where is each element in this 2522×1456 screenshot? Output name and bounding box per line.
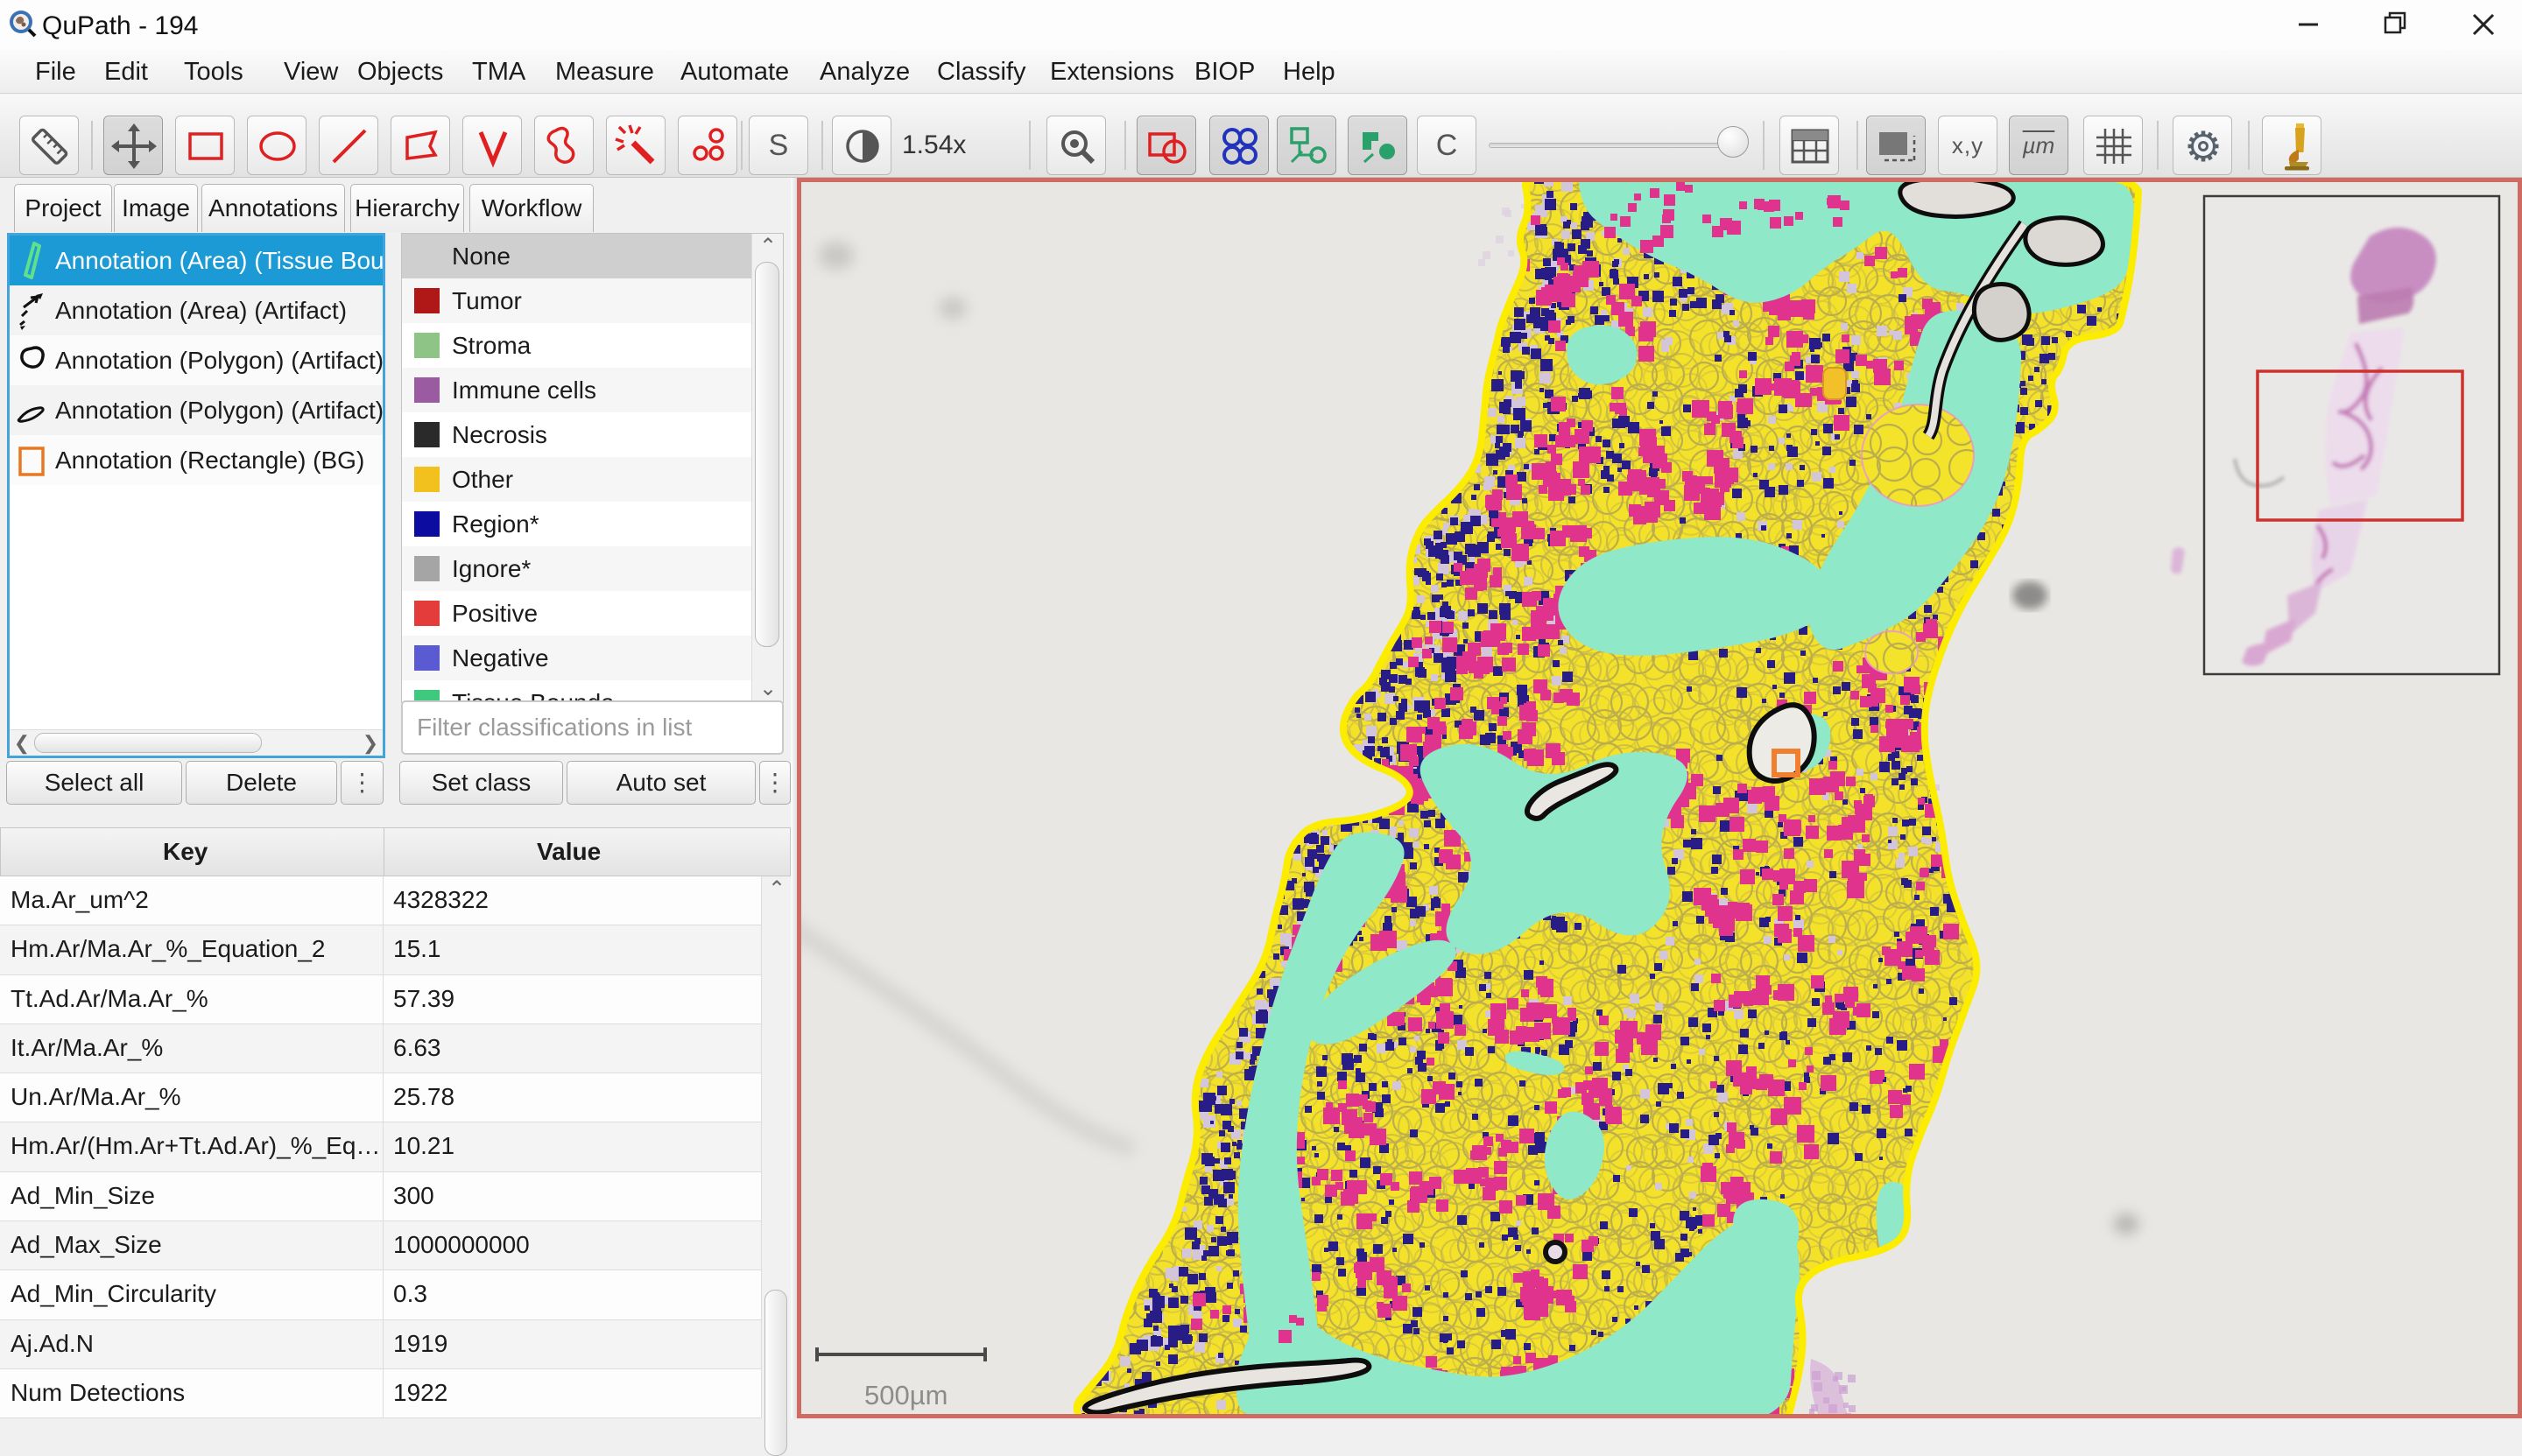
svg-text:500µm: 500µm: [864, 1380, 948, 1410]
